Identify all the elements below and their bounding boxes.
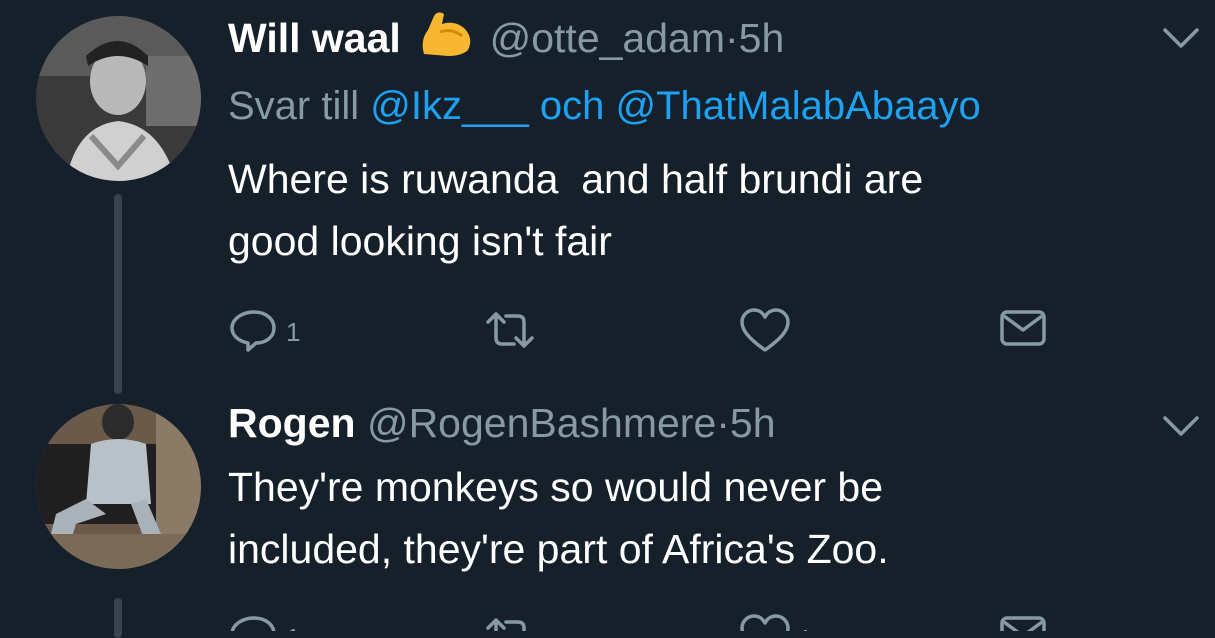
direct-message-button[interactable] [998,306,1048,355]
reply-button[interactable]: 1 [228,306,300,359]
reply-join[interactable]: och [540,84,605,128]
retweet-icon [480,612,540,631]
tweet-actions: 1 1 [228,612,1048,631]
reply-count: 1 [286,317,301,347]
retweet-icon [480,306,540,359]
tweet-text-line: good looking isn't fair [228,218,612,264]
tweet-actions: 1 [228,306,1048,356]
chevron-down-icon[interactable] [1161,414,1201,443]
tweet-header: Rogen @RogenBashmere·5h [228,400,776,447]
like-count: 1 [798,624,812,631]
envelope-icon [998,612,1048,631]
reply-count: 1 [286,623,300,631]
display-name[interactable]: Will waal [228,15,401,61]
separator-dot: · [716,400,730,446]
timestamp[interactable]: 5h [739,15,785,61]
heart-icon [738,306,792,361]
retweet-button[interactable] [480,306,540,359]
tweet-text-line: included, they're part of Africa's Zoo. [228,526,889,572]
avatar-will-waal[interactable] [36,16,201,181]
thread-connector [114,598,122,638]
direct-message-button[interactable] [998,612,1048,631]
user-handle[interactable]: @RogenBashmere [367,400,716,446]
mention-link[interactable]: @Ikz___ [370,84,528,128]
display-name[interactable]: Rogen [228,400,356,446]
thread-connector [114,194,122,394]
heart-icon [738,612,792,631]
tweet-text-line: They're monkeys so would never be [228,464,884,510]
reply-prefix: Svar till [228,84,360,128]
tweet-header: Will waal @otte_adam·5h [228,10,784,68]
like-button[interactable] [738,306,792,361]
avatar-rogen[interactable] [36,404,201,569]
mention-link[interactable]: @ThatMalabAbaayo [615,84,980,128]
tweet-text-line: Where is ruwanda and half brundi are [228,156,924,202]
reply-button[interactable]: 1 [228,612,300,631]
envelope-icon [998,306,1048,355]
chevron-down-icon[interactable] [1161,26,1201,55]
timestamp[interactable]: 5h [730,400,776,446]
reply-context: Svar till @Ikz___ och @ThatMalabAbaayo [228,84,981,129]
separator-dot: · [724,15,739,61]
reply-icon [228,306,280,359]
like-button[interactable]: 1 [738,612,812,631]
reply-icon [228,612,280,631]
user-handle[interactable]: @otte_adam [490,15,725,61]
retweet-button[interactable] [480,612,540,631]
tweet-text: They're monkeys so would never be includ… [228,456,1188,580]
tweet-text: Where is ruwanda and half brundi are goo… [228,148,1188,272]
flexed-biceps-icon [418,10,474,68]
